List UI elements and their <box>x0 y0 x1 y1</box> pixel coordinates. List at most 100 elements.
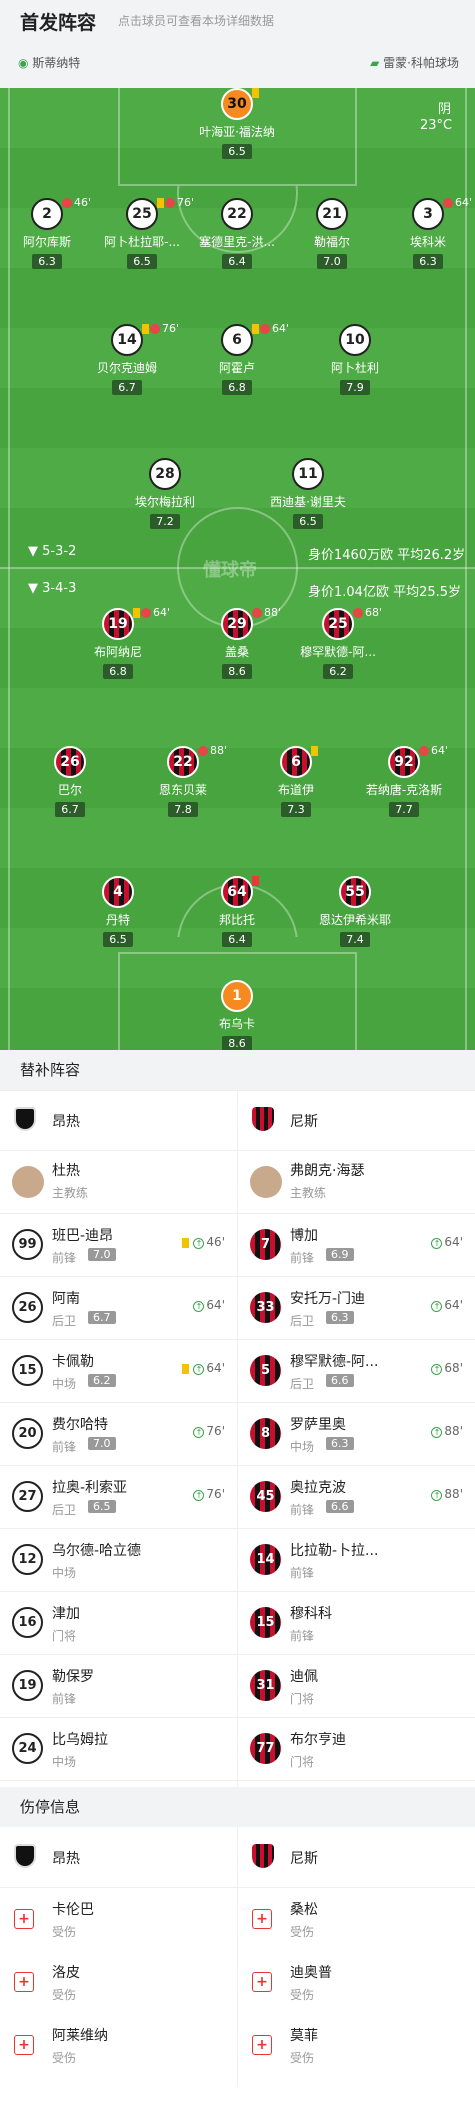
sub-player-row[interactable]: 26 阿南 后卫 6.7 ↑ 64' <box>0 1276 237 1339</box>
sub-player-row[interactable]: 15 卡佩勒 中场 6.2 ↑ 64' <box>0 1339 237 1402</box>
player-marker[interactable]: 29 盖桑 8.6 88' <box>182 606 292 679</box>
jersey-number: 14 <box>250 1544 281 1575</box>
sub-player-row[interactable]: 19 勒保罗 前锋 <box>0 1654 237 1717</box>
sub-player-row[interactable]: 24 比乌姆拉 中场 <box>0 1717 237 1780</box>
yellow-card-icon <box>252 324 259 334</box>
player-marker[interactable]: 22 塞德里克-洪... 6.4 <box>182 198 292 269</box>
sub-player-row[interactable]: 7 博加 前锋 6.9 ↑ 64' <box>238 1213 475 1276</box>
player-marker[interactable]: 10 阿卜杜利 7.9 <box>300 324 410 395</box>
player-rating: 6.3 <box>413 254 443 269</box>
sub-player-row[interactable]: 8 罗萨里奥 中场 6.3 ↑ 88' <box>238 1402 475 1465</box>
player-marker[interactable]: 64 邦比托 6.4 <box>182 876 292 947</box>
venue-label: ◉ 斯蒂纳特 <box>18 56 81 70</box>
player-name: 贝尔克迪姆 <box>96 361 157 375</box>
sub-player-row[interactable]: 16 津加 门将 <box>0 1591 237 1654</box>
sub-player-rating: 6.6 <box>326 1500 354 1513</box>
sub-player-row[interactable]: 45 奥拉克波 前锋 6.6 ↑ 88' <box>238 1465 475 1528</box>
sub-player-position: 门将 <box>52 1629 77 1643</box>
player-marker[interactable]: 3 埃科米 6.3 64' <box>373 196 475 269</box>
coach-right-name[interactable]: 弗朗克·海瑟 <box>290 1160 364 1180</box>
weather-temp: 23°C <box>420 118 453 133</box>
sub-player-name: 穆科科 <box>290 1606 332 1622</box>
player-name: 布道伊 <box>277 783 314 797</box>
sub-player-row[interactable]: 99 班巴-迪昂 前锋 7.0 ↑ 46' <box>0 1213 237 1276</box>
injury-status: 受伤 <box>290 1925 315 1939</box>
sub-player-row[interactable]: 14 比拉勒-卜拉... 前锋 <box>238 1528 475 1591</box>
injury-status: 受伤 <box>52 2051 77 2065</box>
sub-player-position: 前锋 <box>52 1692 77 1706</box>
player-name: 阿霍卢 <box>218 361 255 375</box>
player-marker[interactable]: 55 恩达伊希米耶 7.4 <box>300 876 410 947</box>
player-rating: 6.8 <box>103 664 133 679</box>
jersey-number: 1 <box>221 980 253 1012</box>
player-events: 64' <box>419 744 448 757</box>
player-events <box>311 744 319 757</box>
player-marker[interactable]: 21 勒福尔 7.0 <box>277 198 387 269</box>
player-rating: 8.6 <box>222 1036 252 1050</box>
sub-player-row[interactable]: 77 布尔亨迪 门将 <box>238 1717 475 1780</box>
player-rating: 7.3 <box>281 802 311 817</box>
sub-player-position: 中场 <box>52 1377 77 1391</box>
injured-player-name: 莫菲 <box>290 2028 318 2044</box>
sub-in-time: ↑ 68' <box>431 1361 463 1375</box>
player-marker[interactable]: 92 若纳唐-克洛斯 7.7 64' <box>349 744 459 817</box>
sub-player-row[interactable]: 5 穆罕默德-阿... 后卫 6.6 ↑ 68' <box>238 1339 475 1402</box>
player-marker[interactable]: 11 西迪基·谢里夫 6.5 <box>253 458 363 529</box>
yellow-card-icon <box>142 324 149 334</box>
player-marker[interactable]: 25 穆罕默德-阿... 6.2 68' <box>283 606 393 679</box>
sub-player-row[interactable]: 20 费尔哈特 前锋 7.0 ↑ 76' <box>0 1402 237 1465</box>
player-marker[interactable]: 6 布道伊 7.3 <box>241 746 351 817</box>
sub-player-name: 奥拉克波 <box>290 1480 346 1496</box>
sub-player-row[interactable]: 31 迪佩 门将 <box>238 1654 475 1717</box>
sub-out-icon <box>165 198 175 208</box>
sub-player-name: 安托万-门迪 <box>290 1291 366 1307</box>
sub-in-time: ↑ 64' <box>181 1361 225 1375</box>
angers-badge-icon <box>14 1844 36 1868</box>
injured-player-row[interactable]: + 迪奥普 受伤 <box>238 1950 475 2013</box>
player-marker[interactable]: 6 阿霍卢 6.8 64' <box>182 322 292 395</box>
sub-player-name: 比乌姆拉 <box>52 1732 108 1748</box>
sub-player-position: 门将 <box>290 1692 315 1706</box>
injured-player-name: 卡伦巴 <box>52 1902 94 1918</box>
sub-player-row[interactable]: 27 拉奥-利索亚 后卫 6.5 ↑ 76' <box>0 1465 237 1528</box>
player-name: 巴尔 <box>57 783 82 797</box>
sub-player-row[interactable]: 33 安托万-门迪 后卫 6.3 ↑ 64' <box>238 1276 475 1339</box>
sub-player-row[interactable]: 12 乌尔德-哈立德 中场 <box>0 1528 237 1591</box>
sub-player-position: 门将 <box>290 1755 315 1769</box>
player-marker[interactable]: 25 阿卜杜拉耶-... 6.5 76' <box>87 196 197 269</box>
sub-player-row[interactable]: 15 穆科科 前锋 <box>238 1591 475 1654</box>
player-marker[interactable]: 30 叶海亚·福法纳 6.5 <box>182 88 292 159</box>
sub-player-name: 费尔哈特 <box>52 1417 108 1433</box>
injured-player-row[interactable]: + 阿莱维纳 受伤 <box>0 2013 237 2076</box>
sub-player-rating: 7.0 <box>88 1437 116 1450</box>
sub-player-rating: 6.5 <box>88 1500 116 1513</box>
nice-value: 身价1.04亿欧 平均25.5岁 <box>308 585 462 600</box>
sub-in-time: ↑ 88' <box>431 1424 463 1438</box>
player-marker[interactable]: 22 恩东贝莱 7.8 88' <box>128 744 238 817</box>
player-rating: 7.4 <box>340 932 370 947</box>
weather-condition: 阴 <box>438 102 452 117</box>
sub-player-name: 博加 <box>290 1228 318 1244</box>
player-marker[interactable]: 4 丹特 6.5 <box>63 876 173 947</box>
player-events: 64' <box>133 606 170 619</box>
player-marker[interactable]: 19 布阿纳尼 6.8 64' <box>63 606 173 679</box>
player-rating: 6.7 <box>112 380 142 395</box>
player-marker[interactable]: 14 贝尔克迪姆 6.7 76' <box>72 322 182 395</box>
injured-player-row[interactable]: + 桑松 受伤 <box>238 1887 475 1950</box>
sub-out-icon <box>62 198 72 208</box>
injured-player-row[interactable]: + 莫菲 受伤 <box>238 2013 475 2076</box>
jersey-number: 3 <box>412 198 444 230</box>
player-marker[interactable]: 26 巴尔 6.7 <box>15 746 125 817</box>
jersey-number: 26 <box>12 1292 43 1323</box>
player-marker[interactable]: 1 布乌卡 8.6 <box>182 980 292 1050</box>
player-rating: 7.2 <box>150 514 180 529</box>
coach-left-name[interactable]: 杜热 <box>52 1160 80 1180</box>
injured-player-row[interactable]: + 卡伦巴 受伤 <box>0 1887 237 1950</box>
player-marker[interactable]: 28 埃尔梅拉利 7.2 <box>110 458 220 529</box>
sub-player-name: 班巴-迪昂 <box>52 1228 114 1244</box>
sub-in-icon: ↑ <box>431 1238 443 1249</box>
sub-in-icon: ↑ <box>431 1364 443 1375</box>
injured-player-row[interactable]: + 洛皮 受伤 <box>0 1950 237 2013</box>
sub-player-position: 后卫 <box>290 1314 315 1328</box>
sub-player-rating: 6.3 <box>326 1437 354 1450</box>
